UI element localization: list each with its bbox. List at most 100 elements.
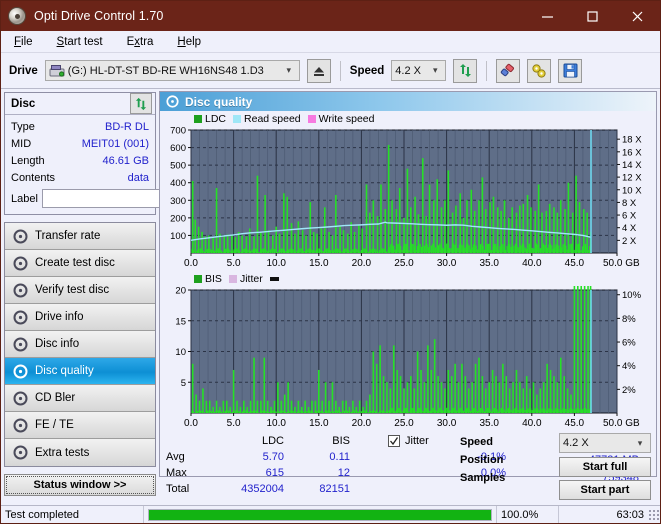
left-sidebar: Disc Type BD-R DL MID MEIT01 (001) Lengt… [1,89,246,496]
svg-text:10: 10 [175,347,186,358]
start-full-button[interactable]: Start full [559,457,651,477]
drive-icon [49,64,65,77]
legend-entry-write-speed: Write speed [307,113,375,125]
disc-value: BD-R DL [104,120,149,133]
sidebar-item-extra-tests[interactable]: Extra tests [5,439,155,466]
svg-text:700: 700 [170,126,186,137]
eject-button[interactable] [306,58,331,83]
sidebar-item-create-test-disc[interactable]: Create test disc [5,250,155,277]
minimize-icon[interactable] [525,1,570,31]
menu-item-extra[interactable]: Extra [122,34,159,50]
svg-text:2 X: 2 X [622,236,637,247]
svg-text:40.0: 40.0 [522,258,542,269]
elapsed-time: 63:03 [558,505,648,523]
maximize-icon[interactable] [570,1,615,31]
stats-panel: LDC BIS Avg 5.70 0.11 Max 615 12 Total 4… [160,431,656,503]
svg-text:4 X: 4 X [622,223,637,234]
status-window-button[interactable]: Status window >> [4,474,156,496]
menu-item-file[interactable]: FFileile [9,34,38,50]
svg-text:15.0: 15.0 [309,258,329,269]
svg-text:15.0: 15.0 [309,418,329,429]
close-icon[interactable] [615,1,660,31]
disc-icon [13,256,28,270]
nav-list: Transfer rate Create test disc Verify te… [4,222,156,467]
svg-text:400: 400 [170,178,186,189]
menu-item-start-test[interactable]: Start test [52,34,108,50]
disc-label-row: Label [11,188,246,209]
disc-value: MEIT01 (001) [81,137,149,150]
stats-table: LDC BIS Avg 5.70 0.11 Max 615 12 Total 4… [166,433,350,497]
chart-ldc-readspeed: 100 200 300 400 500 600 700 2 X 4 X6 X 8 X 10 X 12 … [160,126,656,271]
disc-key: Length [11,154,45,167]
svg-text:50.0 GB: 50.0 GB [603,258,640,269]
disc-icon [13,418,28,432]
drive-select-value: (G:) HL-DT-ST BD-RE WH16NS48 1.D3 [67,64,264,77]
sidebar-item-label: FE / TE [35,419,74,431]
disc-refresh-button[interactable] [130,93,152,114]
svg-text:8%: 8% [622,314,636,325]
disc-key: MID [11,137,32,150]
speed-select[interactable]: 4.2 X ▾ [391,60,447,81]
drive-select[interactable]: (G:) HL-DT-ST BD-RE WH16NS48 1.D3 ▾ [44,60,300,81]
legend-swatch [307,115,316,123]
refresh-button[interactable] [453,58,478,83]
disc-tools-button[interactable] [527,58,552,83]
title-bar: Opti Drive Control 1.70 [1,1,660,31]
svg-text:40.0: 40.0 [522,418,542,429]
save-button[interactable] [558,58,583,83]
legend-swatch [233,115,242,123]
disc-icon [13,337,28,351]
stats-ldc-value: 5.70 [262,451,284,463]
sidebar-item-verify-test-disc[interactable]: Verify test disc [5,277,155,304]
app-disc-icon [8,7,26,25]
start-part-button[interactable]: Start part [559,480,651,500]
disc-panel: Disc Type BD-R DL MID MEIT01 (001) Lengt… [4,92,246,215]
stats-bis-value: 12 [337,467,350,479]
disc-row-type: Type BD-R DL [11,118,149,135]
sidebar-item-fe-te[interactable]: FE / TE [5,412,155,439]
svg-text:6%: 6% [622,338,636,349]
sidebar-item-disc-info[interactable]: Disc info [5,331,155,358]
stats-row-total: Total 4352004 82151 [166,481,350,497]
legend-entry-read-speed: Read speed [233,113,301,125]
test-speed-value: 4.2 X [563,437,589,449]
svg-text:45.0: 45.0 [565,418,585,429]
svg-text:5.0: 5.0 [227,258,241,269]
chart-bis-jitter: 5 10 15 20 2% 4% 6% 8% 10% 0.0 5.0 10.0 15.0 20.0 25.0… [160,286,656,431]
sidebar-item-label: Disc info [35,338,80,350]
svg-text:18 X: 18 X [622,135,642,146]
stats-row-max: Max 615 12 [166,465,350,481]
eject-icon [313,66,324,76]
sidebar-item-label: Drive info [35,311,84,323]
sidebar-item-disc-quality[interactable]: Disc quality [5,358,155,385]
erase-button[interactable] [496,58,521,83]
disc-icon [13,283,28,297]
stats-row-label: Max [166,467,187,479]
speed-key: Speed [460,436,494,448]
disc-icon [13,391,28,405]
disc-row-contents: Contents data [11,169,149,186]
menu-item-help[interactable]: Help [172,34,206,50]
drive-label: Drive [9,64,38,77]
sidebar-item-cd-bler[interactable]: CD Bler [5,385,155,412]
toolbar-divider-1 [339,60,341,81]
test-speed-select[interactable]: 4.2 X ▾ [559,433,651,453]
menu-bar: FFileile Start test Extra Help [1,31,660,53]
svg-text:30.0: 30.0 [437,258,457,269]
stats-bis-value: 82151 [319,483,350,495]
stats-col-bis: BIS [332,435,350,447]
jitter-checkbox[interactable] [388,435,400,447]
svg-text:35.0: 35.0 [479,258,499,269]
content-title: Disc quality [185,94,253,109]
svg-text:4%: 4% [622,361,636,372]
sidebar-item-label: Create test disc [35,257,115,269]
svg-text:8 X: 8 X [622,198,637,209]
resize-grip-icon[interactable] [648,508,660,521]
sidebar-item-transfer-rate[interactable]: Transfer rate [5,223,155,250]
stats-ldc-value: 4352004 [241,483,284,495]
eraser-icon [501,63,515,76]
svg-text:10.0: 10.0 [266,418,286,429]
svg-text:30.0: 30.0 [437,418,457,429]
chevron-down-icon: ▾ [286,65,292,75]
sidebar-item-drive-info[interactable]: Drive info [5,304,155,331]
